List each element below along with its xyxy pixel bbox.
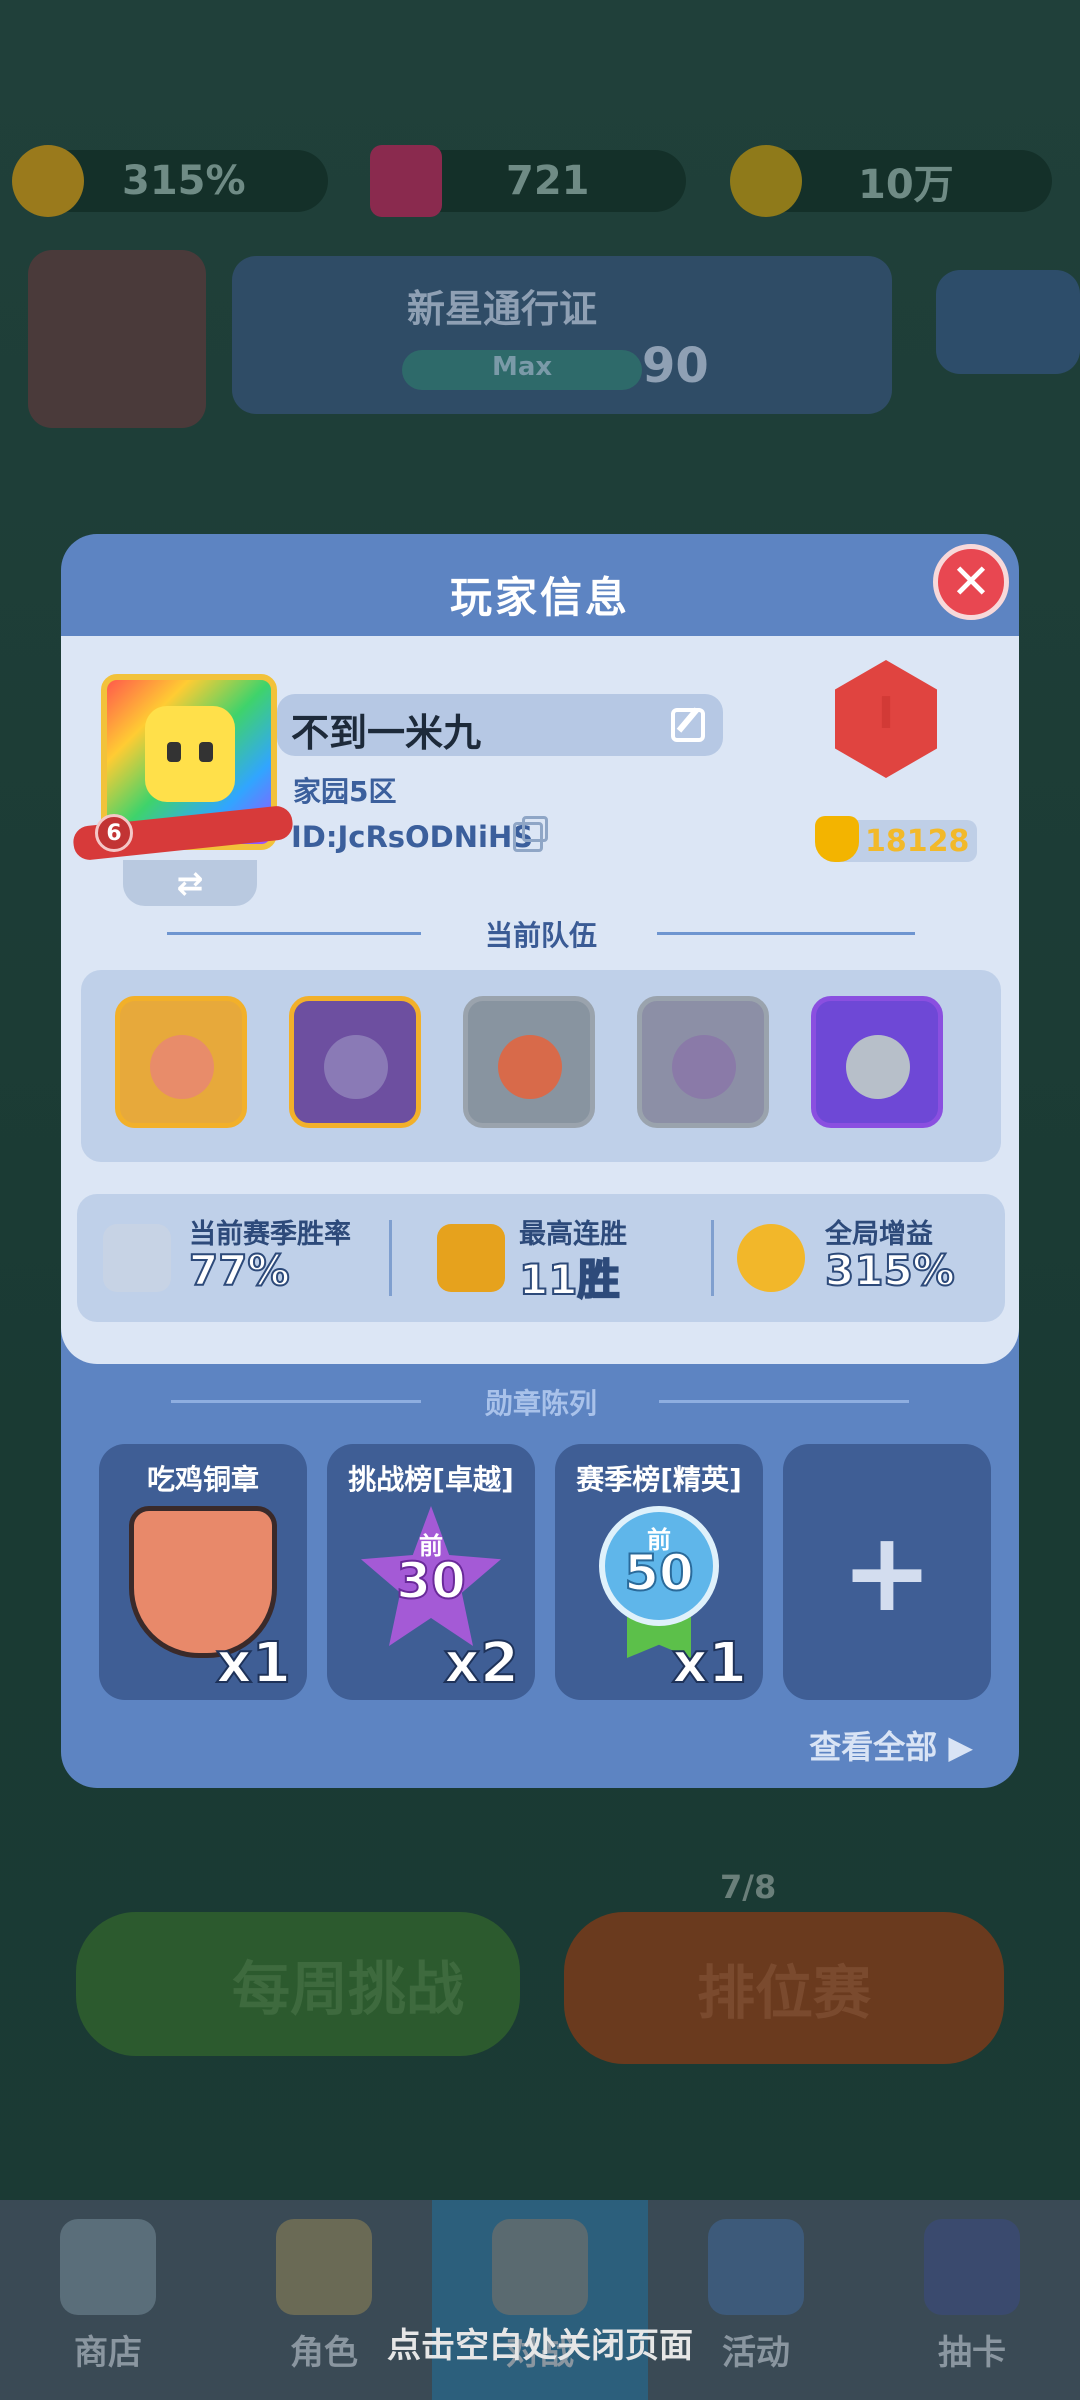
tab-battle[interactable]: 对战 [432, 2200, 648, 2400]
medal-card[interactable]: 吃鸡铜章 x1 [99, 1444, 307, 1700]
gem-icon [370, 145, 442, 217]
trophy-icon [815, 816, 859, 862]
tab-characters[interactable]: 角色 [216, 2200, 432, 2400]
gem-value: 721 [506, 158, 590, 204]
close-button[interactable]: ✕ [933, 544, 1009, 620]
hero-slot[interactable] [811, 996, 943, 1128]
trophy-count: 18128 [815, 816, 977, 862]
plus-icon: + [840, 1508, 934, 1636]
win-rate-value: 77% [188, 1245, 291, 1296]
medal-label: 吃鸡铜章 [146, 1463, 259, 1496]
win-streak-value: 11胜 [518, 1254, 620, 1305]
king-hero-icon [150, 1035, 214, 1099]
tab-shop[interactable]: 商店 [0, 2200, 216, 2400]
shop-icon [60, 2219, 156, 2315]
player-info-panel: 6 ⇄ 不到一米九 家园5区 ID:JcRsODNiHS I 18128 当前队… [61, 636, 1019, 1364]
crossed-swords-icon [103, 1224, 171, 1292]
ranked-button[interactable]: 排位赛 [564, 1912, 1004, 2064]
edit-name-icon[interactable] [671, 708, 705, 742]
hero-slot[interactable] [289, 996, 421, 1128]
boost-value: 315% [122, 158, 246, 204]
divider [659, 1400, 909, 1403]
player-info-modal: 玩家信息 ✕ 6 ⇄ 不到一米九 家园5区 ID:JcRsODNiHS I 18… [61, 534, 1019, 1788]
trophy-value: 18128 [865, 824, 970, 859]
view-all-link[interactable]: 查看全部 ▶ [809, 1722, 973, 1768]
swap-avatar-button[interactable]: ⇄ [123, 860, 257, 906]
crossed-swords-icon [492, 2219, 588, 2315]
close-icon: ✕ [950, 554, 992, 610]
avatar-character-icon [145, 706, 235, 802]
boost-resource: 315% [12, 145, 328, 217]
armored-knight-hero-icon [846, 1035, 910, 1099]
medal-count: x1 [215, 1630, 292, 1697]
weekly-challenge-label: 每周挑战 [231, 1955, 464, 2023]
pass-panel[interactable]: 新星通行证 Max 90 [232, 256, 892, 414]
divider [171, 1400, 421, 1403]
add-medal-button[interactable]: + [783, 1444, 991, 1700]
boost-icon [737, 1224, 805, 1292]
medal-badge-number: 30 [395, 1551, 467, 1611]
copy-id-icon[interactable] [513, 816, 548, 852]
divider [711, 1220, 714, 1296]
divider [389, 1220, 392, 1296]
tab-events[interactable]: 活动 [648, 2200, 864, 2400]
medal-label: 挑战榜[卓越] [348, 1463, 514, 1496]
characters-icon [276, 2219, 372, 2315]
ranked-label: 排位赛 [696, 1959, 871, 2027]
menu-button-bg[interactable] [936, 270, 1080, 374]
coin-icon [730, 145, 802, 217]
player-server: 家园5区 [293, 775, 397, 808]
medal-count: x2 [443, 1630, 520, 1697]
bottom-tab-bar: 商店 角色 对战 活动 抽卡 [0, 2200, 1080, 2400]
medals-title: 勋章陈列 [484, 1387, 597, 1420]
hero-slot[interactable] [115, 996, 247, 1128]
ghost-hero-icon [672, 1035, 736, 1099]
star-shield-icon [708, 2219, 804, 2315]
modal-title: 玩家信息 [449, 573, 630, 622]
hero-slot[interactable] [637, 996, 769, 1128]
medal-card[interactable]: 赛季榜[精英] 前 50 x1 [555, 1444, 763, 1700]
pass-title: 新星通行证 [407, 287, 598, 331]
rank-letter: I [877, 688, 895, 739]
weekly-challenge-button[interactable]: 每周挑战 [76, 1912, 520, 2056]
medal-badge-number: 50 [623, 1543, 695, 1603]
medal-count: x1 [671, 1630, 748, 1697]
divider [167, 932, 421, 935]
player-name: 不到一米九 [291, 711, 482, 755]
mystery-card-icon [924, 2219, 1020, 2315]
warrior-hero-icon [498, 1035, 562, 1099]
hero-slot[interactable] [463, 996, 595, 1128]
player-name-box: 不到一米九 [277, 694, 723, 756]
team-title: 当前队伍 [484, 919, 597, 952]
pass-progress: Max [402, 350, 642, 390]
pass-progress-label: Max [492, 352, 553, 382]
medal-label: 赛季榜[精英] [576, 1463, 742, 1496]
team-lineup [81, 970, 1001, 1162]
pass-level: 90 [642, 338, 709, 394]
ranked-progress: 7/8 [720, 1868, 777, 1906]
divider [657, 932, 915, 935]
close-hint[interactable]: 点击空白处关闭页面 [0, 2318, 1080, 2367]
level-badge: 6 [95, 814, 133, 852]
profile-avatar-bg[interactable] [28, 250, 206, 428]
swap-arrows-icon: ⇄ [176, 864, 204, 902]
trophy-icon [437, 1224, 505, 1292]
dark-knight-hero-icon [324, 1035, 388, 1099]
coin-resource: 10万 [730, 145, 1052, 217]
global-boost-value: 315% [824, 1245, 956, 1296]
stats-panel: 当前赛季胜率 77% 最高连胜 11胜 全局增益 315% [77, 1194, 1005, 1322]
tab-gacha[interactable]: 抽卡 [864, 2200, 1080, 2400]
rank-emblem-icon: I [821, 660, 951, 792]
gem-resource: 721 [370, 145, 686, 217]
boost-icon [12, 145, 84, 217]
player-id: ID:JcRsODNiHS [291, 820, 534, 854]
medal-card[interactable]: 挑战榜[卓越] 前 30 x2 [327, 1444, 535, 1700]
coin-value: 10万 [858, 162, 954, 208]
